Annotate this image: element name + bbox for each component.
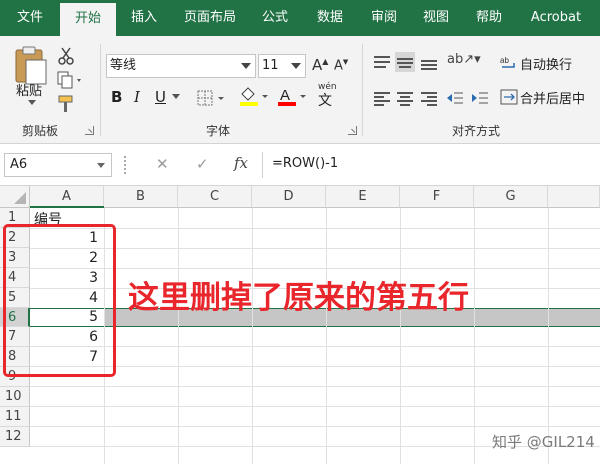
- copy-icon: [57, 71, 81, 89]
- borders-button[interactable]: [196, 88, 224, 108]
- orientation-icon[interactable]: ab↗▾: [447, 52, 481, 67]
- row-header-10[interactable]: 10: [0, 387, 30, 407]
- decrease-indent-icon: [447, 92, 463, 104]
- increase-indent-button[interactable]: [470, 88, 490, 108]
- group-divider: [362, 44, 363, 136]
- column-header-e[interactable]: E: [326, 186, 400, 208]
- grid-line: [30, 386, 600, 387]
- alignment-group-label: 对齐方式: [452, 124, 501, 138]
- clipboard-group-label: 剪贴板: [22, 124, 59, 138]
- formula-bar: A6 ✕ ✓ fx =ROW()-1: [0, 144, 600, 186]
- align-bottom-button[interactable]: [419, 52, 439, 72]
- highlight-box: [3, 224, 116, 377]
- bold-icon[interactable]: B: [111, 88, 122, 106]
- merge-center-label: 合并后居中: [520, 92, 586, 107]
- phonetic-icon: 文: [318, 93, 332, 109]
- grid-line: [30, 406, 600, 407]
- align-center-button[interactable]: [395, 88, 415, 108]
- active-column-indicator: [30, 206, 104, 208]
- chevron-down-icon: [291, 63, 301, 69]
- tab-data[interactable]: 数据: [302, 0, 358, 36]
- enter-icon[interactable]: ✓: [196, 155, 209, 173]
- italic-icon[interactable]: I: [134, 88, 140, 106]
- column-header-a[interactable]: A: [30, 186, 104, 208]
- font-launcher-icon[interactable]: [348, 126, 357, 135]
- merge-center-icon: [500, 89, 518, 105]
- formula-input[interactable]: =ROW()-1: [272, 156, 338, 171]
- svg-text:ab: ab: [500, 56, 509, 65]
- paste-label: 粘贴: [16, 84, 43, 99]
- wrap-text-label: 自动换行: [520, 58, 573, 73]
- cancel-icon[interactable]: ✕: [156, 155, 169, 173]
- row-header-12[interactable]: 12: [0, 427, 30, 447]
- ribbon-tab-bar: 文件 开始 插入 页面布局 公式 数据 审阅 视图 帮助 Acrobat: [0, 0, 600, 36]
- decrease-font-icon[interactable]: A▼: [334, 58, 348, 73]
- annotation-text: 这里删掉了原来的第五行: [128, 280, 469, 316]
- fill-color-button[interactable]: [238, 86, 268, 106]
- wrap-text-icon: ab: [500, 56, 515, 68]
- tab-acrobat[interactable]: Acrobat: [516, 0, 596, 36]
- formula-divider: [262, 152, 263, 178]
- paint-bucket-icon: [240, 87, 268, 106]
- clipboard-launcher-icon[interactable]: [85, 126, 94, 135]
- align-top-button[interactable]: [372, 52, 392, 72]
- align-right-button[interactable]: [419, 88, 439, 108]
- column-header-c[interactable]: C: [178, 186, 252, 208]
- paste-dropdown-icon[interactable]: [28, 100, 36, 105]
- tab-formulas[interactable]: 公式: [248, 0, 302, 36]
- worksheet-grid[interactable]: A B C D E F G 1 2 3 4 5 6 7 8 9 10 11 12…: [0, 186, 600, 464]
- tab-file[interactable]: 文件: [0, 0, 60, 36]
- column-header-b[interactable]: B: [104, 186, 178, 208]
- watermark: 知乎 @GIL214: [492, 433, 595, 451]
- copy-button[interactable]: [56, 70, 81, 90]
- ribbon-home: 粘贴 剪贴板 等线 11 A▲ A▼ B I U A wén 文 字体 ab↗▾…: [0, 36, 600, 144]
- font-size-select[interactable]: 11: [258, 54, 306, 78]
- select-all-corner[interactable]: [0, 186, 30, 208]
- tab-insert[interactable]: 插入: [116, 0, 172, 36]
- chevron-down-icon: [241, 63, 251, 69]
- font-color-icon: A: [278, 87, 306, 106]
- group-divider: [100, 44, 101, 136]
- font-name-value: 等线: [110, 58, 137, 73]
- cut-button[interactable]: [56, 46, 76, 66]
- tab-view[interactable]: 视图: [410, 0, 462, 36]
- svg-text:A: A: [280, 87, 290, 104]
- borders-icon: [197, 90, 224, 106]
- chevron-down-icon: [97, 163, 105, 168]
- tab-help[interactable]: 帮助: [462, 0, 516, 36]
- resize-handle[interactable]: [124, 156, 127, 174]
- font-color-button[interactable]: A: [276, 86, 306, 106]
- underline-icon[interactable]: U: [155, 88, 166, 106]
- font-group-label: 字体: [206, 124, 231, 138]
- insert-function-icon[interactable]: fx: [234, 154, 248, 172]
- name-box[interactable]: A6: [4, 153, 112, 177]
- increase-indent-icon: [472, 92, 488, 104]
- align-left-button[interactable]: [372, 88, 392, 108]
- grid-line: [30, 426, 600, 427]
- underline-dropdown-icon[interactable]: [172, 94, 180, 99]
- tab-home[interactable]: 开始: [60, 3, 116, 36]
- decrease-indent-button[interactable]: [445, 88, 465, 108]
- row-header-11[interactable]: 11: [0, 407, 30, 427]
- tab-review[interactable]: 审阅: [358, 0, 410, 36]
- tab-page-layout[interactable]: 页面布局: [172, 0, 248, 36]
- column-header-f[interactable]: F: [400, 186, 474, 208]
- column-header-g[interactable]: G: [474, 186, 548, 208]
- name-box-value: A6: [10, 157, 28, 172]
- font-size-value: 11: [262, 58, 279, 73]
- scissors-icon: [58, 47, 74, 65]
- paintbrush-icon: [58, 95, 73, 112]
- align-middle-button[interactable]: [395, 52, 415, 72]
- phonetic-guide-button[interactable]: wén 文: [318, 82, 337, 110]
- increase-font-icon[interactable]: A▲: [312, 56, 328, 74]
- column-header-d[interactable]: D: [252, 186, 326, 208]
- select-all-icon: [14, 192, 26, 204]
- column-header-h[interactable]: [548, 186, 600, 208]
- format-painter-button[interactable]: [56, 94, 76, 114]
- font-name-select[interactable]: 等线: [106, 54, 256, 78]
